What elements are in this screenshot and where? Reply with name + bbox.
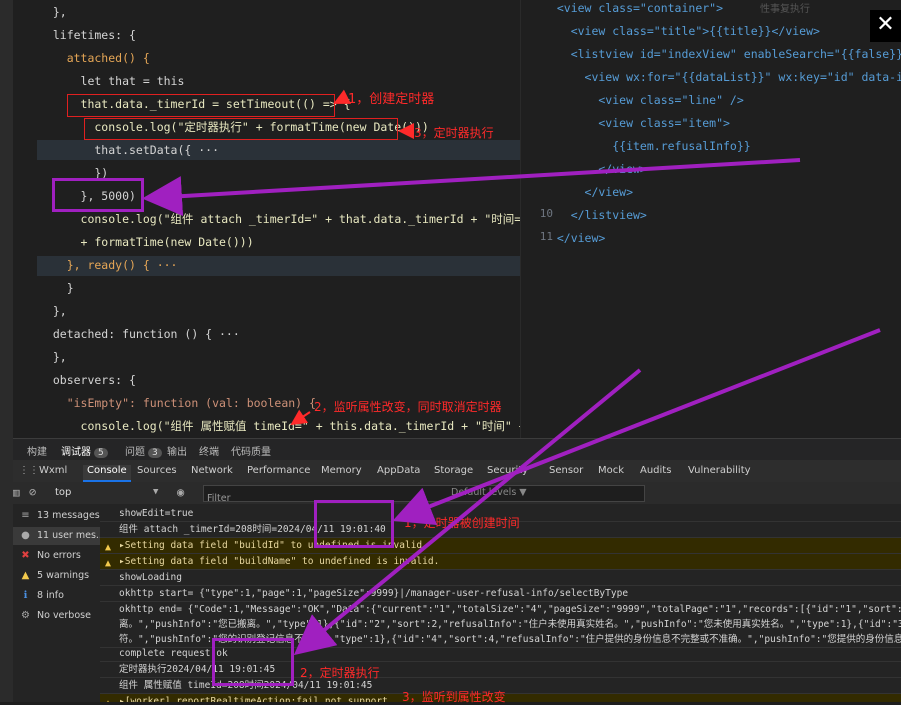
arrow-red [333, 89, 352, 104]
annotation-arrows [142, 89, 881, 656]
arrow-purple [392, 328, 881, 525]
arrow-red [290, 409, 311, 426]
arrow-purple [293, 368, 642, 656]
arrow-purple [142, 158, 801, 217]
